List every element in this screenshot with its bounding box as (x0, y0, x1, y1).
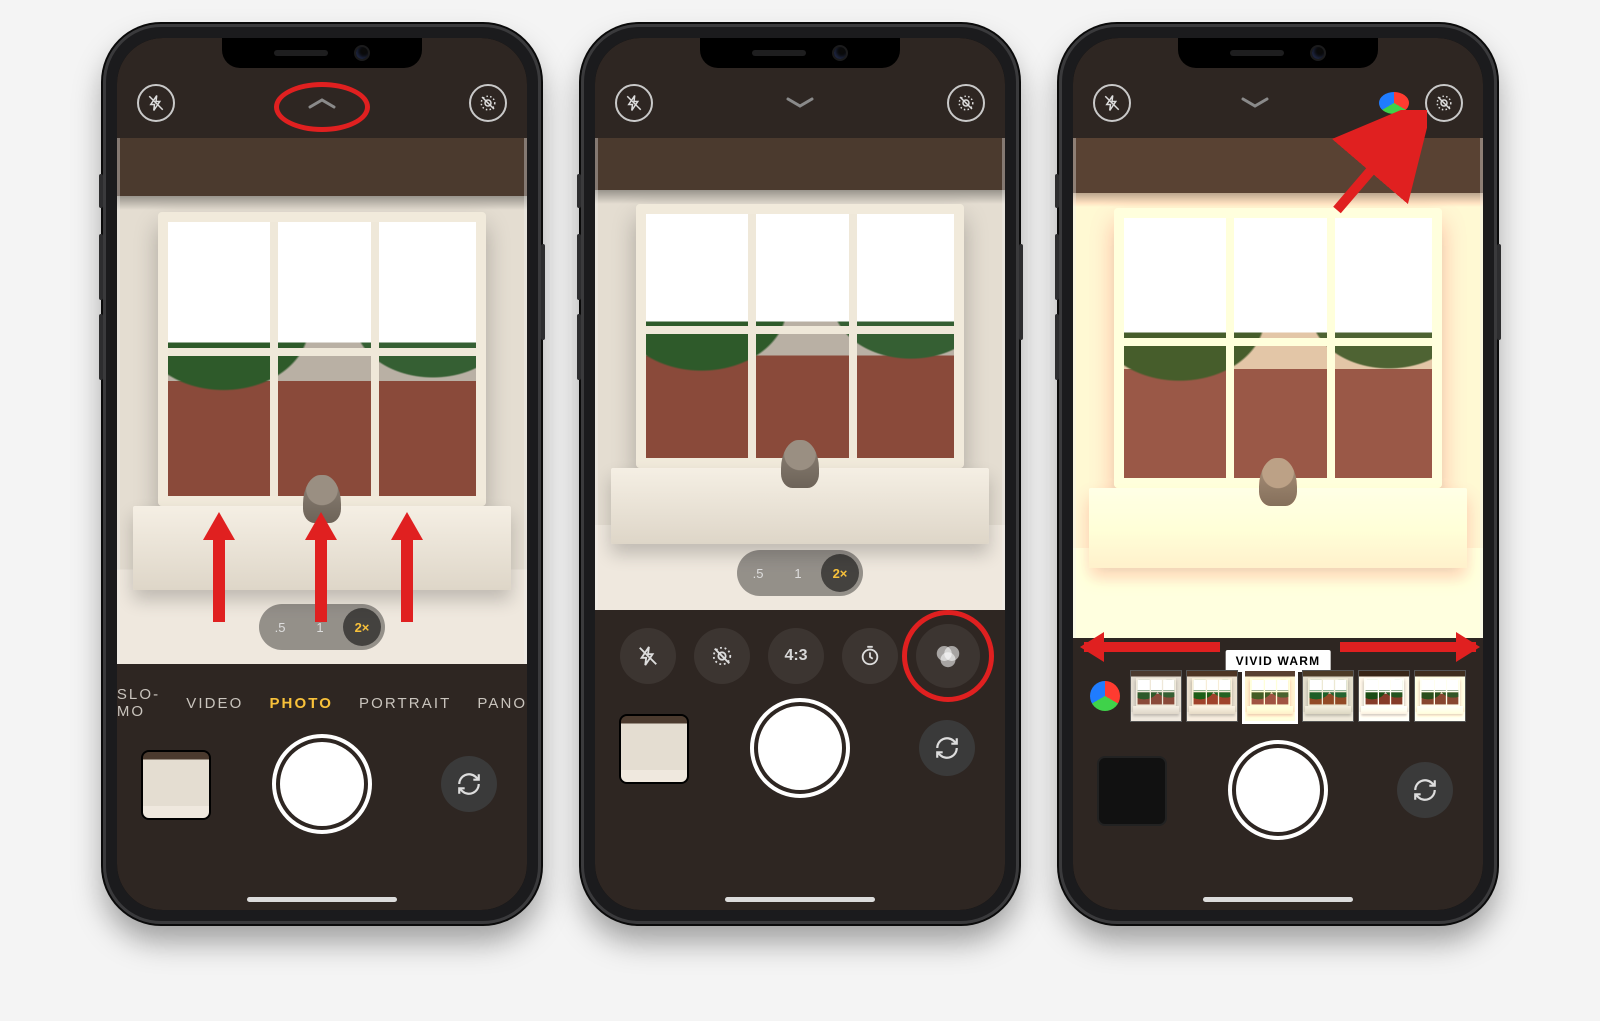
home-indicator[interactable] (725, 897, 875, 902)
last-photo-thumbnail[interactable] (619, 714, 689, 784)
camera-flip-button[interactable] (919, 720, 975, 776)
options-chevron-up[interactable] (175, 86, 469, 120)
shutter-button[interactable] (1236, 748, 1320, 832)
mode-photo-selected[interactable]: PHOTO (269, 695, 333, 712)
live-photo-toggle-button[interactable] (694, 628, 750, 684)
options-chevron-down[interactable] (1131, 86, 1379, 120)
camera-bottom-bar-filters: VIVID WARM (1073, 638, 1483, 910)
zoom-0_5x[interactable]: .5 (263, 613, 297, 641)
flash-off-icon[interactable] (137, 84, 175, 122)
flash-toggle-button[interactable] (620, 628, 676, 684)
zoom-2x-selected[interactable]: 2× (821, 554, 859, 592)
notch (1178, 38, 1378, 68)
phone-step-3: VIVID WARM (1059, 24, 1497, 924)
filter-carousel[interactable]: VIVID WARM (1090, 668, 1466, 724)
camera-flip-button[interactable] (1397, 762, 1453, 818)
last-photo-thumbnail[interactable] (1097, 756, 1167, 826)
aspect-ratio-button[interactable]: 4:3 (768, 628, 824, 684)
zoom-0_5x[interactable]: .5 (741, 559, 775, 587)
camera-viewfinder-filtered[interactable] (1073, 138, 1483, 638)
camera-tool-row: 4:3 (620, 624, 980, 688)
home-indicator[interactable] (1203, 897, 1353, 902)
filter-thumb-vivid-warm[interactable] (1242, 668, 1298, 724)
camera-bottom-bar-expanded: 4:3 (595, 610, 1005, 910)
camera-viewfinder[interactable]: .5 1 2× (117, 138, 527, 664)
live-photo-off-icon[interactable] (1425, 84, 1463, 122)
home-indicator[interactable] (247, 897, 397, 902)
filter-thumb-original[interactable] (1130, 670, 1182, 722)
options-chevron-down[interactable] (653, 86, 947, 120)
camera-viewfinder[interactable]: .5 1 2× (595, 138, 1005, 610)
camera-flip-button[interactable] (441, 756, 497, 812)
timer-button[interactable] (842, 628, 898, 684)
flash-off-icon[interactable] (1093, 84, 1131, 122)
flash-off-icon[interactable] (615, 84, 653, 122)
mode-pano[interactable]: PANO (477, 695, 527, 712)
mode-slo-mo[interactable]: SLO-MO (117, 686, 160, 720)
live-photo-off-icon[interactable] (469, 84, 507, 122)
filter-thumb-vivid-cool[interactable] (1302, 670, 1354, 722)
filter-thumb-vivid[interactable] (1186, 670, 1238, 722)
shutter-button[interactable] (280, 742, 364, 826)
zoom-selector[interactable]: .5 1 2× (737, 550, 863, 596)
tutorial-three-up: .5 1 2× SLO-MO VIDEO PHOTO PORTRAIT PANO (0, 0, 1600, 948)
mode-portrait[interactable]: PORTRAIT (359, 695, 451, 712)
zoom-1x[interactable]: 1 (781, 559, 815, 587)
zoom-2x-selected[interactable]: 2× (343, 608, 381, 646)
phone-step-1: .5 1 2× SLO-MO VIDEO PHOTO PORTRAIT PANO (103, 24, 541, 924)
camera-mode-scroller[interactable]: SLO-MO VIDEO PHOTO PORTRAIT PANO (117, 686, 527, 720)
annotation-swipe-left-arrow (1084, 634, 1220, 660)
zoom-selector[interactable]: .5 1 2× (259, 604, 385, 650)
last-photo-thumbnail[interactable] (141, 750, 211, 820)
filter-thumb-dramatic-warm[interactable] (1414, 670, 1466, 722)
phone-step-2: .5 1 2× 4:3 (581, 24, 1019, 924)
filters-button[interactable] (916, 624, 980, 688)
notch (700, 38, 900, 68)
camera-bottom-bar: SLO-MO VIDEO PHOTO PORTRAIT PANO (117, 664, 527, 910)
live-photo-off-icon[interactable] (947, 84, 985, 122)
notch (222, 38, 422, 68)
filter-active-indicator-icon (1379, 92, 1409, 114)
annotation-swipe-right-arrow (1340, 634, 1476, 660)
mode-video[interactable]: VIDEO (186, 695, 243, 712)
zoom-1x[interactable]: 1 (303, 613, 337, 641)
filters-menu-icon[interactable] (1090, 681, 1120, 711)
shutter-button[interactable] (758, 706, 842, 790)
filter-thumb-dramatic[interactable] (1358, 670, 1410, 722)
